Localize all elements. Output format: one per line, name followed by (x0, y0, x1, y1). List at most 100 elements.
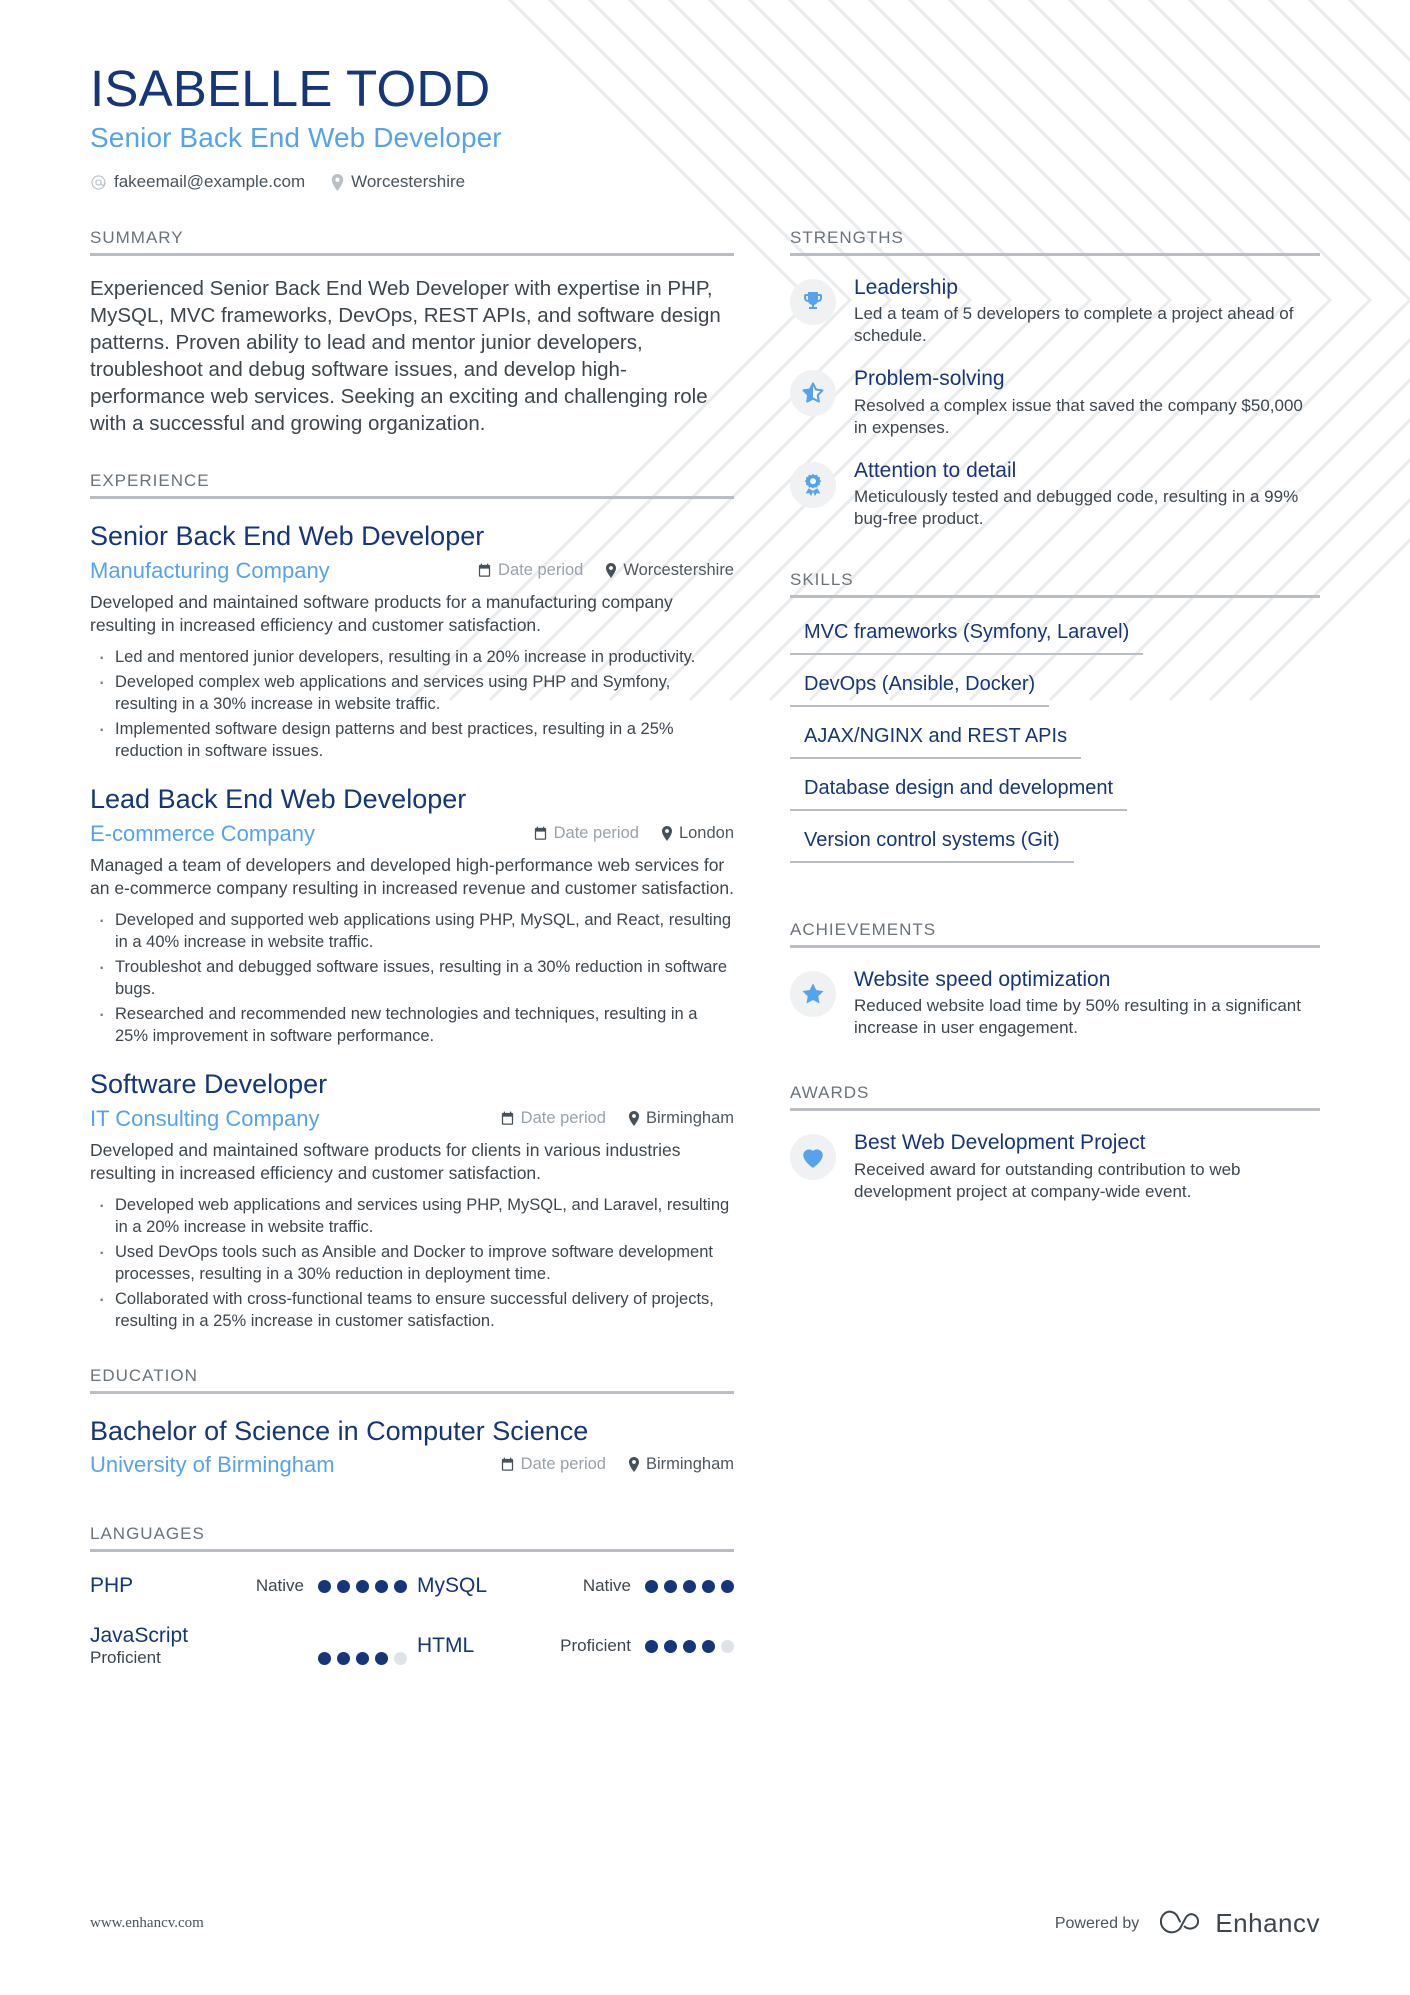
calendar-icon (533, 826, 548, 841)
section-achievements: ACHIEVEMENTS Website speed optimization … (790, 920, 1320, 1039)
bullet-item: Used DevOps tools such as Ansible and Do… (90, 1237, 734, 1285)
contact-location-text: Worcestershire (351, 172, 466, 192)
bullet-item: Developed and supported web applications… (90, 905, 734, 953)
section-divider (90, 496, 734, 500)
skills-list: MVC frameworks (Symfony, Laravel) DevOps… (790, 618, 1320, 878)
rating-dot (664, 1639, 677, 1653)
rating-dot (356, 1579, 369, 1593)
bullet-item: Troubleshot and debugged software issues… (90, 952, 734, 1000)
rating-dot (702, 1639, 715, 1653)
section-title-experience: EXPERIENCE (90, 471, 210, 491)
footer-url[interactable]: www.enhancv.com (90, 1915, 204, 1932)
powered-by-label: Powered by (1054, 1914, 1140, 1932)
rating-dot (702, 1579, 715, 1593)
achievement-item: Website speed optimization Reduced websi… (790, 968, 1320, 1039)
strength-item: Leadership Led a team of 5 developers to… (790, 276, 1320, 347)
section-awards: AWARDS Best Web Development Project Rece… (790, 1083, 1320, 1202)
language-level: Proficient (90, 1648, 161, 1668)
rating-dot (337, 1651, 350, 1665)
language-name: MySQL (417, 1574, 488, 1598)
page-footer: www.enhancv.com Powered by Enhancv (0, 1908, 1410, 1939)
rating-dot (664, 1579, 677, 1593)
experience-company: E-commerce Company (90, 821, 315, 847)
skill-item: AJAX/NGINX and REST APIs (790, 722, 1082, 760)
star-outline-icon (790, 370, 836, 417)
language-rating (318, 1651, 407, 1665)
rating-dot (318, 1579, 331, 1593)
achievement-title: Website speed optimization (854, 968, 1111, 992)
section-divider (790, 1108, 1320, 1112)
rating-dot (721, 1579, 734, 1593)
experience-bullets: Led and mentored junior developers, resu… (90, 642, 734, 763)
bullet-item: Collaborated with cross-functional teams… (90, 1284, 734, 1332)
bullet-item: Implemented software design patterns and… (90, 714, 734, 762)
experience-summary: Developed and maintained software produc… (90, 592, 673, 636)
at-icon (90, 174, 107, 191)
rating-dot (645, 1579, 658, 1593)
bullet-item: Developed web applications and services … (90, 1190, 734, 1238)
contact-email-text: fakeemail@example.com (114, 172, 306, 192)
education-entry: Bachelor of Science in Computer Science … (90, 1416, 734, 1478)
rating-dot (683, 1579, 696, 1593)
strength-item: Problem-solving Resolved a complex issue… (790, 367, 1320, 438)
right-column: STRENGTHS Leadership Led a team of 5 dev… (790, 228, 1320, 1209)
section-title-achievements: ACHIEVEMENTS (790, 920, 937, 940)
section-divider (790, 945, 1320, 949)
experience-location-text: Worcestershire (623, 561, 734, 580)
contact-location[interactable]: Worcestershire (331, 172, 465, 192)
summary-text: Experienced Senior Back End Web Develope… (90, 277, 721, 436)
experience-summary: Developed and maintained software produc… (90, 1140, 681, 1184)
rating-dot (318, 1651, 331, 1665)
experience-location-text: Birmingham (645, 1109, 734, 1128)
experience-company: IT Consulting Company (90, 1106, 320, 1132)
page-title: ISABELLE TODD (90, 60, 491, 117)
skill-item: MVC frameworks (Symfony, Laravel) (790, 618, 1144, 656)
education-date: Date period (500, 1455, 606, 1474)
language-item: JavaScript Proficient (90, 1624, 407, 1668)
brand-logo[interactable]: Enhancv (1157, 1908, 1320, 1939)
resume-header: ISABELLE TODD Senior Back End Web Develo… (90, 0, 1320, 192)
language-rating (645, 1639, 734, 1653)
section-summary: SUMMARY Experienced Senior Back End Web … (90, 228, 734, 437)
job-title: Senior Back End Web Developer (90, 122, 502, 154)
strength-title: Leadership (854, 276, 958, 300)
contact-email[interactable]: fakeemail@example.com (90, 172, 305, 192)
language-name: HTML (417, 1634, 475, 1658)
section-experience: EXPERIENCE Senior Back End Web Developer… (90, 471, 734, 1332)
experience-location: London (661, 824, 734, 843)
experience-location-text: London (678, 824, 734, 843)
map-pin-icon (661, 826, 673, 842)
strength-description: Meticulously tested and debugged code, r… (854, 486, 1299, 528)
experience-entry: Senior Back End Web Developer Manufactur… (90, 521, 734, 762)
education-location-text: Birmingham (645, 1455, 734, 1474)
strength-title: Attention to detail (854, 458, 1017, 482)
language-level: Native (582, 1576, 631, 1596)
bullet-item: Developed complex web applications and s… (90, 667, 734, 715)
education-location: Birmingham (628, 1455, 734, 1474)
skill-item: Version control systems (Git) (790, 826, 1074, 864)
experience-role: Senior Back End Web Developer (90, 521, 485, 552)
experience-bullets: Developed and supported web applications… (90, 905, 734, 1048)
heart-icon (790, 1134, 836, 1181)
section-skills: SKILLS MVC frameworks (Symfony, Laravel)… (790, 570, 1320, 878)
rating-dot-empty (721, 1639, 734, 1653)
left-column: SUMMARY Experienced Senior Back End Web … (90, 228, 790, 1674)
strength-description: Resolved a complex issue that saved the … (854, 395, 1303, 437)
calendar-icon (500, 1457, 515, 1472)
bullet-item: Researched and recommended new technolog… (90, 999, 734, 1047)
section-divider (90, 253, 734, 257)
experience-date-text: Date period (520, 1109, 606, 1128)
experience-bullets: Developed web applications and services … (90, 1190, 734, 1333)
section-divider (790, 595, 1320, 599)
language-name: JavaScript (90, 1624, 189, 1648)
rating-dot (337, 1579, 350, 1593)
section-title-skills: SKILLS (790, 570, 854, 590)
map-pin-icon (628, 1457, 640, 1473)
experience-entry: Lead Back End Web Developer E-commerce C… (90, 784, 734, 1047)
calendar-icon (477, 563, 492, 578)
map-pin-icon (605, 563, 617, 579)
experience-date: Date period (500, 1109, 606, 1128)
section-title-summary: SUMMARY (90, 228, 184, 248)
education-date-text: Date period (520, 1455, 606, 1474)
section-divider (90, 1391, 734, 1395)
